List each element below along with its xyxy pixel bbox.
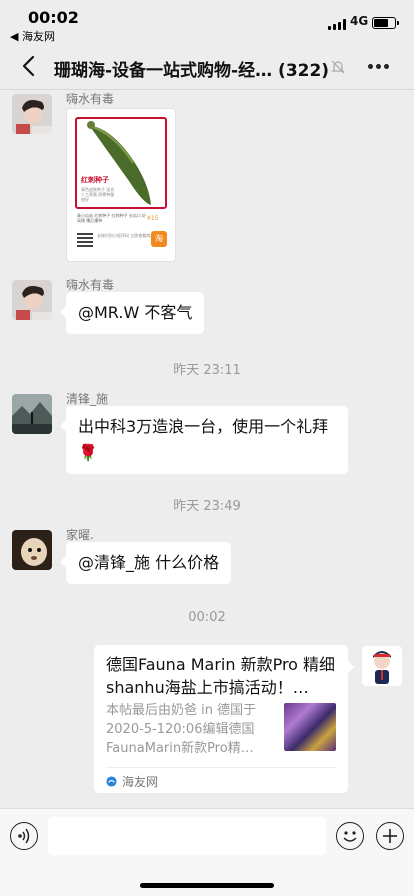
link-thumbnail [284, 703, 336, 751]
chat-message-list[interactable]: 嗨水有毒 红刺种子 青色皮肤种子 适合人工养殖 耐寒种量很好 青小瓜苗 红刺种子… [0, 90, 414, 808]
mute-bell-icon [331, 60, 345, 74]
network-type: 4G [350, 14, 369, 28]
voice-icon [18, 828, 30, 844]
avatar[interactable] [12, 530, 52, 570]
sender-name: 嗨水有毒 [66, 92, 115, 106]
smiley-icon [343, 831, 357, 842]
status-time: 00:02 [28, 8, 79, 27]
sender-name: 家曜. [66, 528, 94, 542]
group-name: 珊瑚海-设备一站式购物-经… [54, 61, 273, 81]
voice-input-button[interactable] [10, 822, 38, 850]
link-title: 德国Fauna Marin 新款Pro 精细shanhu海盐上市搞活动！… [106, 655, 336, 697]
emoji-button[interactable] [336, 822, 364, 850]
sticker-description: 青小瓜苗 红刺种子 红刺种子 长瓜口 好采摘 播后播种 [77, 213, 147, 223]
chat-title: 珊瑚海-设备一站式购物-经… (322) [54, 56, 354, 81]
more-actions-button[interactable] [376, 822, 404, 850]
back-arrow-icon[interactable] [18, 54, 42, 78]
link-source: 海友网 [122, 775, 159, 789]
member-count: (322) [278, 61, 330, 81]
timestamp: 昨天 23:11 [173, 363, 241, 378]
home-indicator[interactable] [140, 883, 274, 888]
message-input[interactable] [48, 817, 326, 855]
sticker-title: 红刺种子 [81, 176, 109, 184]
status-bar: 00:02 ◀ 海友网 4G [0, 0, 414, 44]
battery-icon [372, 17, 399, 29]
timestamp: 昨天 23:49 [173, 499, 241, 514]
shared-link-card[interactable]: 德国Fauna Marin 新款Pro 精细shanhu海盐上市搞活动！… 本帖… [94, 645, 354, 793]
avatar[interactable] [12, 394, 52, 434]
sender-name: 清锋_施 [66, 392, 109, 406]
sticker-subtitle: 青色皮肤种子 适合人工养殖 耐寒种量很好 [81, 187, 115, 202]
timestamp: 00:02 [188, 610, 226, 625]
message-bubble[interactable]: @清锋_施 什么价格 [59, 542, 232, 584]
sender-name: 嗨水有毒 [66, 278, 115, 292]
plus-icon [383, 829, 397, 843]
message-bubble[interactable]: @MR.W 不客气 [59, 292, 205, 334]
message-text: 出中科3万造浪一台，使用一个礼拜🌹 [78, 417, 329, 462]
more-options-icon[interactable] [368, 64, 390, 70]
qr-code [77, 231, 93, 247]
my-avatar[interactable] [362, 646, 402, 686]
link-description: 本帖最后由奶爸 in 德国于2020-5-120:06编辑德国FaunaMari… [106, 703, 257, 756]
input-bar [0, 808, 414, 896]
avatar[interactable] [12, 280, 52, 320]
signal-icon [328, 19, 346, 30]
product-image-message[interactable]: 红刺种子 青色皮肤种子 适合人工养殖 耐寒种量很好 青小瓜苗 红刺种子 红刺种子… [66, 108, 176, 262]
divider [106, 767, 336, 768]
avatar[interactable] [12, 94, 52, 134]
message-bubble[interactable]: 出中科3万造浪一台，使用一个礼拜🌹 [60, 406, 348, 474]
back-to-app-link[interactable]: ◀ 海友网 [10, 28, 55, 44]
source-app-icon [106, 776, 117, 787]
message-text: @清锋_施 什么价格 [78, 553, 220, 572]
chat-header: 珊瑚海-设备一站式购物-经… (322) [0, 44, 414, 90]
sticker-price: ¥15 [147, 215, 159, 222]
message-text: @MR.W 不客气 [78, 303, 193, 322]
taobao-logo: 淘 [151, 231, 167, 247]
